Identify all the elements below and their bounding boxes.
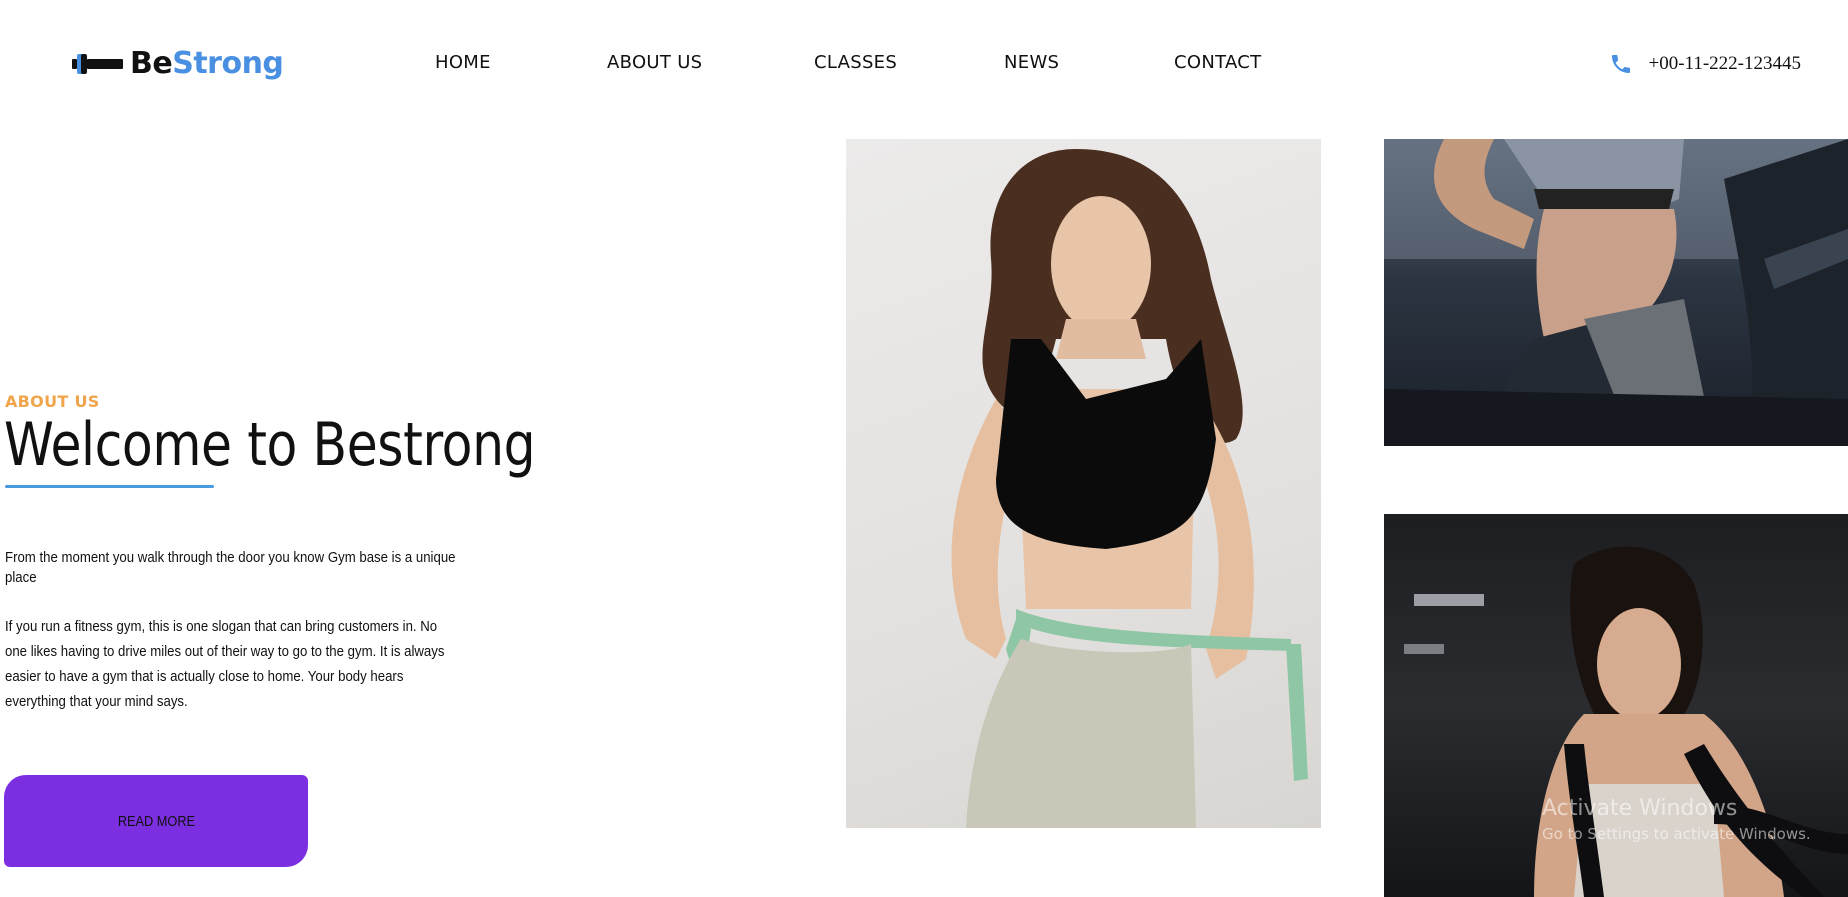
- read-more-button[interactable]: READ MORE: [4, 775, 308, 867]
- hero-photo-woman-measuring: [846, 139, 1321, 828]
- read-more-label: READ MORE: [117, 812, 195, 830]
- nav-item-contact[interactable]: CONTACT: [1174, 52, 1261, 73]
- nav-item-about-us[interactable]: ABOUT US: [607, 52, 702, 73]
- watermark-title: Activate Windows: [1542, 796, 1738, 821]
- page-title: Welcome to Bestrong: [4, 410, 536, 480]
- title-underline: [5, 485, 214, 488]
- nav-item-news[interactable]: NEWS: [1004, 52, 1059, 73]
- nav-item-classes[interactable]: CLASSES: [814, 52, 897, 73]
- watermark-subtitle: Go to Settings to activate Windows.: [1542, 825, 1811, 843]
- body-paragraph: If you run a fitness gym, this is one sl…: [5, 618, 445, 710]
- activate-windows-watermark: Activate Windows Go to Settings to activ…: [1542, 796, 1811, 843]
- phone-icon: [1611, 55, 1630, 73]
- header-phone[interactable]: +00-11-222-123445: [1609, 52, 1802, 76]
- phone-number: +00-11-222-123445: [1648, 53, 1802, 74]
- section-eyebrow: ABOUT US: [5, 392, 100, 411]
- main-nav: HOME ABOUT US CLASSES NEWS CONTACT: [0, 52, 1848, 76]
- nav-item-home[interactable]: HOME: [435, 52, 491, 73]
- gallery-photo-treadmill: [1384, 139, 1848, 446]
- intro-paragraph: From the moment you walk through the doo…: [5, 549, 456, 586]
